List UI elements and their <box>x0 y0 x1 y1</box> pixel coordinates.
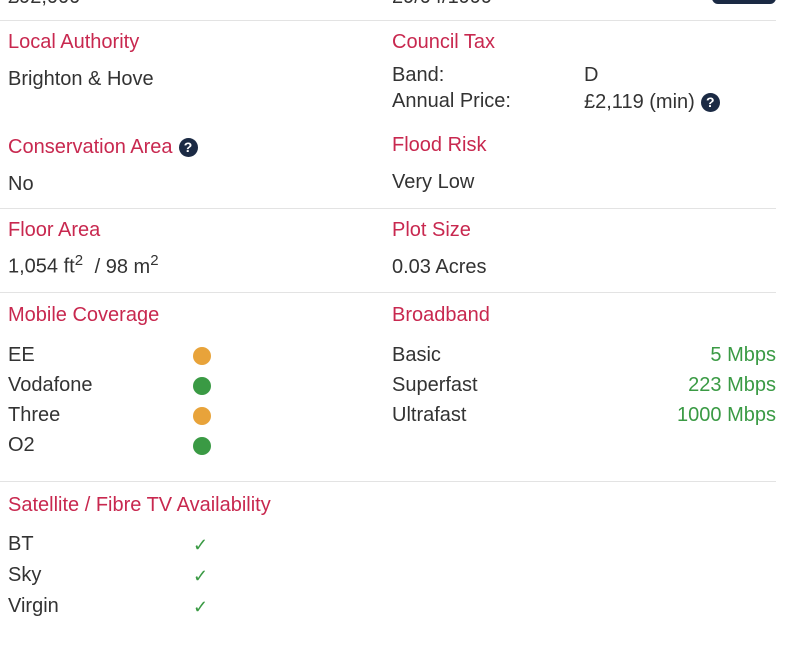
check-icon: ✓ <box>193 597 209 617</box>
divider <box>0 292 776 293</box>
tv-availability-label: Satellite / Fibre TV Availability <box>8 494 271 516</box>
broadband-tier-name: Ultrafast <box>392 404 467 426</box>
status-dot-icon <box>193 437 211 455</box>
annual-price-label: Annual Price: <box>392 90 511 112</box>
question-circle-icon[interactable]: ? <box>178 138 198 157</box>
property-details-panel: £92,000 29/04/1999 Local Authority Brigh… <box>0 0 800 656</box>
floor-area-m-sup: 2 <box>150 252 159 269</box>
band-label: Band: <box>392 64 445 86</box>
annual-price-value: £2,119 (min) <box>584 91 695 113</box>
network-name: Three <box>8 404 61 426</box>
status-dot-icon <box>193 347 211 365</box>
question-circle-icon[interactable]: ? <box>700 93 720 112</box>
top-button[interactable] <box>712 0 776 4</box>
tv-provider-name: Virgin <box>8 595 59 617</box>
broadband-tier-speed: 1000 Mbps <box>677 404 776 426</box>
council-tax-label: Council Tax <box>392 31 496 53</box>
floor-area-value: 1,054 ft2 / 98 m2 <box>8 252 159 279</box>
tv-provider-name: Sky <box>8 564 42 586</box>
mobile-coverage-label: Mobile Coverage <box>8 304 160 326</box>
broadband-tier-speed: 223 Mbps <box>688 374 776 396</box>
network-name: O2 <box>8 434 35 456</box>
flood-risk-label: Flood Risk <box>392 134 487 156</box>
broadband-label: Broadband <box>392 304 490 326</box>
broadband-tier-name: Superfast <box>392 374 478 396</box>
floor-area-ft: 1,054 ft <box>8 255 75 278</box>
top-right-value: 29/04/1999 <box>392 0 492 9</box>
status-dot-icon <box>193 377 211 395</box>
annual-price: £2,119 (min)? <box>584 91 720 114</box>
check-icon: ✓ <box>193 566 209 586</box>
floor-area-label: Floor Area <box>8 219 101 241</box>
local-authority-label: Local Authority <box>8 31 140 53</box>
conservation-area: Conservation Area? <box>8 136 198 159</box>
broadband-tier-name: Basic <box>392 344 441 366</box>
divider <box>0 20 776 21</box>
tv-provider-name: BT <box>8 533 34 555</box>
network-name: EE <box>8 344 35 366</box>
top-left-value: £92,000 <box>8 0 80 9</box>
check-icon: ✓ <box>193 535 209 555</box>
floor-area-m: / 98 m <box>89 255 151 278</box>
divider <box>0 208 776 209</box>
broadband-tier-speed: 5 Mbps <box>710 344 776 366</box>
local-authority-value: Brighton & Hove <box>8 68 154 90</box>
floor-area-ft-sup: 2 <box>74 252 84 269</box>
flood-risk-value: Very Low <box>392 171 475 193</box>
conservation-area-label: Conservation Area <box>8 136 173 158</box>
band-value: D <box>584 64 599 86</box>
plot-size-label: Plot Size <box>392 219 471 241</box>
status-dot-icon <box>193 407 211 425</box>
network-name: Vodafone <box>8 374 93 396</box>
plot-size-value: 0.03 Acres <box>392 256 487 278</box>
divider <box>0 481 776 482</box>
conservation-area-value: No <box>8 173 34 195</box>
